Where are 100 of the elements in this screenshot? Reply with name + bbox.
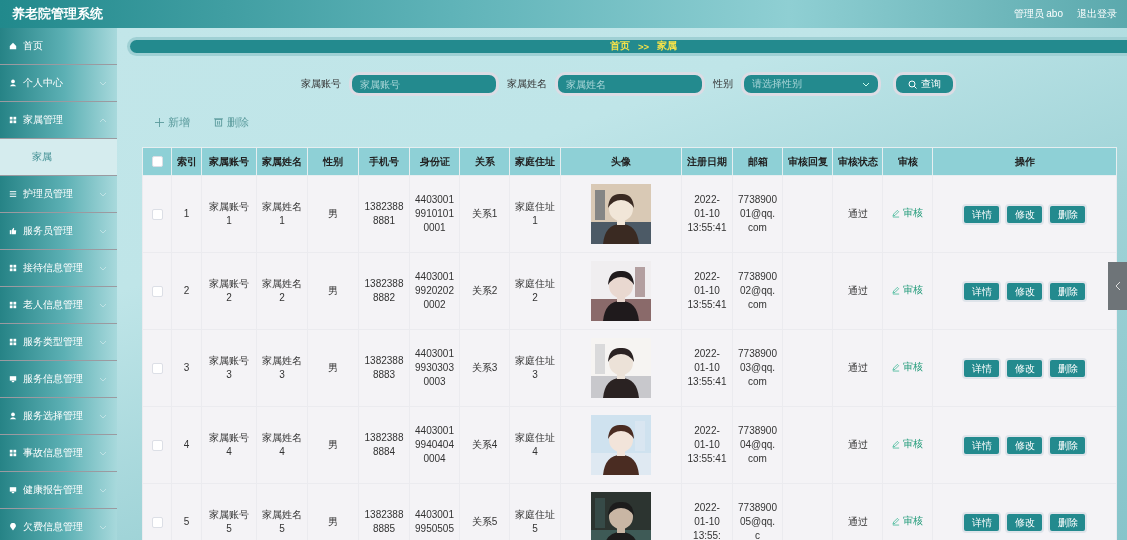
grid-icon [9,449,17,457]
table-cell: 家属账号4 [201,406,257,484]
column-header: 审核回复 [782,147,833,176]
column-header: 操作 [932,147,1117,176]
row-checkbox[interactable] [151,439,163,451]
action-button[interactable]: 修改 [1007,359,1042,377]
column-header: 家庭住址 [509,147,561,176]
action-button[interactable]: 详情 [964,436,999,454]
user-name: 管理员 abo [1013,7,1063,21]
search-field[interactable]: 家属账号 [349,72,499,96]
breadcrumb-link[interactable]: 首页 [609,40,630,53]
review-link[interactable]: 审核 [892,206,923,221]
table-cell: 通过 [832,406,883,484]
sidebar-item[interactable]: 家属管理 [0,102,117,139]
sidebar-item[interactable]: 接待信息管理 [0,250,117,287]
review-link[interactable]: 审核 [892,283,923,298]
table-cell: 关系1 [459,175,510,253]
table-cell: 13823888882 [358,252,410,330]
table-cell: 773890004@qq.com [732,406,783,484]
row-checkbox[interactable] [151,362,163,374]
sidebar-item[interactable]: 事故信息管理 [0,435,117,472]
monitor-icon [9,486,17,494]
table-cell: 通过 [832,252,883,330]
row-checkbox[interactable] [151,285,163,297]
chevron-icon [99,449,107,457]
sidebar-item[interactable]: 服务选择管理 [0,398,117,435]
review-link[interactable]: 审核 [892,514,923,529]
action-button[interactable]: 删除 [1050,436,1085,454]
row-checkbox[interactable] [151,208,163,220]
search-icon [908,79,917,89]
location-pin-icon [9,523,17,531]
action-button[interactable]: 详情 [964,282,999,300]
field-label: 家属姓名 [507,77,547,91]
search-button[interactable]: 查询 [893,72,956,96]
action-button[interactable]: 详情 [964,513,999,531]
sidebar-item[interactable]: 服务类型管理 [0,324,117,361]
table-cell: 440300199101010001 [409,175,460,253]
side-handle[interactable] [1108,262,1127,310]
search-field[interactable]: 家属姓名 [555,72,705,96]
gender-select[interactable]: 请选择性别 [741,72,881,96]
sidebar-item[interactable]: 欠费信息管理 [0,509,117,540]
table-cell: 家属账号3 [201,329,257,407]
sidebar-item[interactable]: 首页 [0,28,117,65]
chevron-down-icon [862,80,870,88]
add-button[interactable]: 新增 [155,114,190,130]
pencil-icon [892,285,900,295]
table-cell: 13823888881 [358,175,410,253]
sidebar-item[interactable]: 个人中心 [0,65,117,102]
column-header: 索引 [171,147,202,176]
review-link[interactable]: 审核 [892,437,923,452]
sidebar-subitem[interactable]: 家属 [0,139,117,176]
row-checkbox[interactable] [151,516,163,528]
table-cell: 男 [307,406,359,484]
table-cell: 男 [307,252,359,330]
table-cell: 2022-01-10 13:55:41 [681,406,733,484]
table-cell: 773890003@qq.com [732,329,783,407]
sidebar-item[interactable]: 服务信息管理 [0,361,117,398]
table-cell: 440300199202020002 [409,252,460,330]
sidebar-item[interactable]: 老人信息管理 [0,287,117,324]
person-icon [9,412,17,420]
sidebar-item[interactable]: 健康报告管理 [0,472,117,509]
action-button[interactable]: 删除 [1050,282,1085,300]
plus-icon [155,117,164,127]
select-all-checkbox[interactable] [151,156,163,168]
action-button[interactable]: 删除 [1050,359,1085,377]
delete-button[interactable]: 删除 [214,114,249,130]
breadcrumb-current: 家属 [657,40,678,53]
monitor-icon [9,375,17,383]
table-cell: 家庭住址1 [509,175,561,253]
chevron-icon [99,523,107,531]
chevron-icon [99,227,107,235]
grid-icon [9,338,17,346]
thumbs-up-icon [9,227,17,235]
sidebar-item[interactable]: 护理员管理 [0,176,117,213]
table-cell: 1 [171,175,202,253]
table-cell: 家属账号2 [201,252,257,330]
app-title: 养老院管理系统 [12,5,104,23]
review-link[interactable]: 审核 [892,360,923,375]
action-button[interactable]: 修改 [1007,205,1042,223]
table-cell: 关系2 [459,252,510,330]
action-button[interactable]: 删除 [1050,205,1085,223]
table-cell: 440300199404040004 [409,406,460,484]
column-header: 注册日期 [681,147,733,176]
chevron-icon [99,190,107,198]
table-cell: 4 [171,406,202,484]
table-cell: 关系3 [459,329,510,407]
chevron-icon [99,412,107,420]
action-button[interactable]: 修改 [1007,513,1042,531]
action-button[interactable]: 详情 [964,359,999,377]
table-cell: 773890001@qq.com [732,175,783,253]
action-button[interactable]: 详情 [964,205,999,223]
sidebar-item[interactable]: 服务员管理 [0,213,117,250]
column-header: 审核状态 [832,147,883,176]
chevron-icon [99,301,107,309]
action-button[interactable]: 修改 [1007,436,1042,454]
table-cell: 男 [307,329,359,407]
action-button[interactable]: 修改 [1007,282,1042,300]
action-button[interactable]: 删除 [1050,513,1085,531]
logout-link[interactable]: 退出登录 [1077,7,1117,21]
column-header: 头像 [560,147,682,176]
